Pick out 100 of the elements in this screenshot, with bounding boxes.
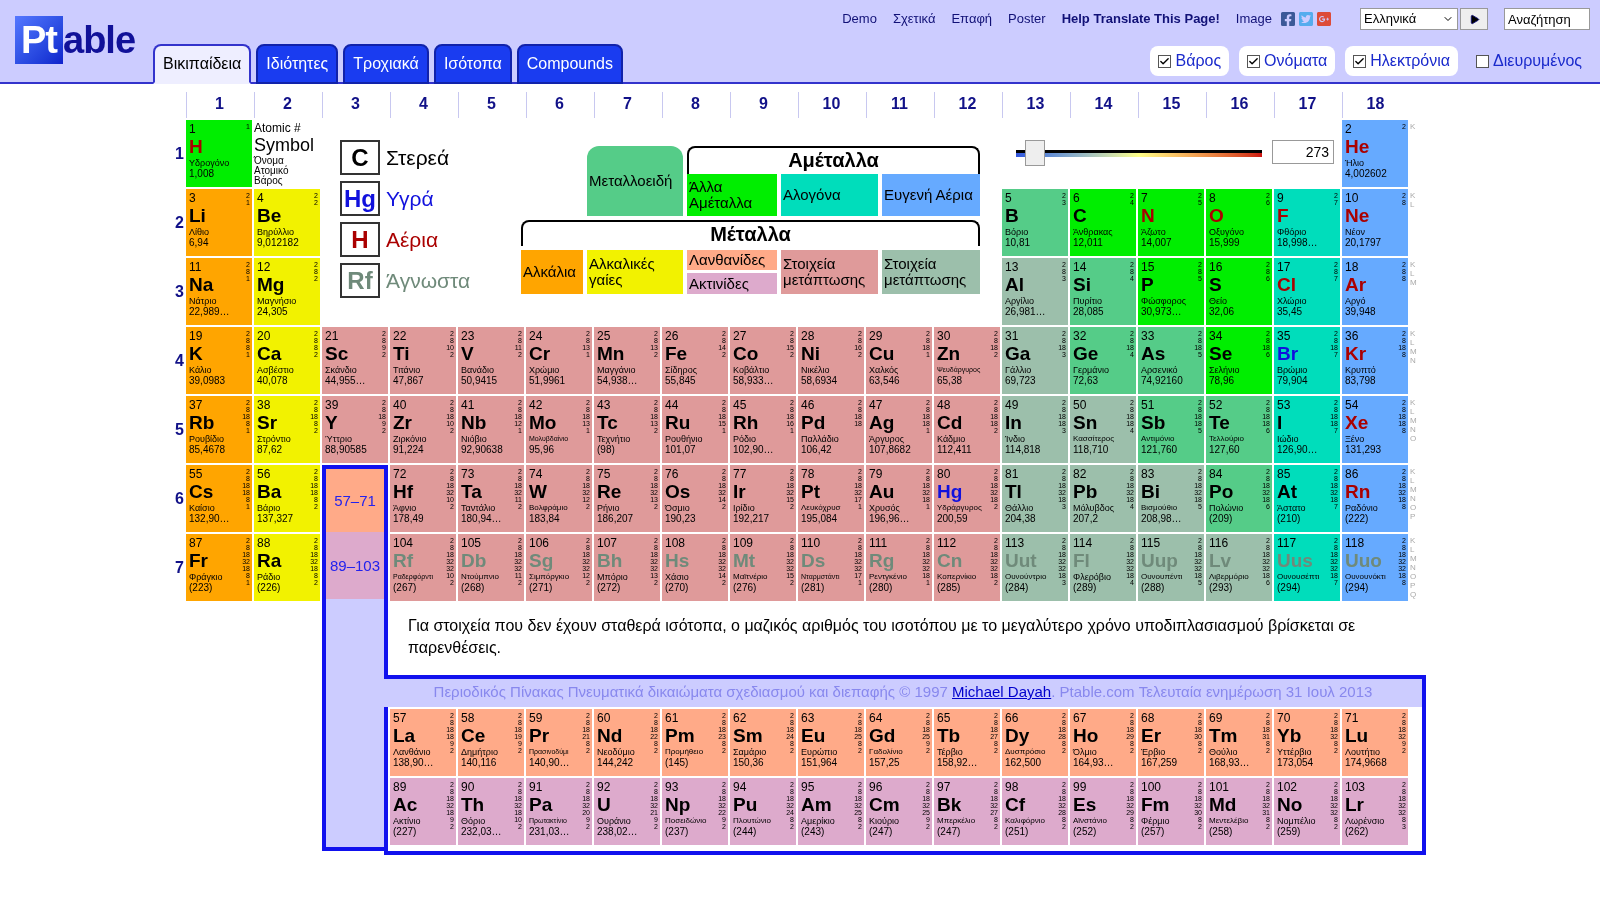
atomic-number: 67 — [1073, 711, 1087, 725]
element-symbol: U — [597, 794, 611, 816]
nav-link[interactable]: Demo — [842, 9, 877, 29]
checkbox[interactable] — [1247, 54, 1261, 68]
temperature-slider[interactable] — [1016, 140, 1262, 166]
series-cell[interactable]: 89–103 — [322, 532, 388, 601]
atomic-mass: (288) — [1141, 582, 1165, 593]
nav-link[interactable]: Επαφή — [951, 9, 993, 29]
element-name: Έρβιο — [1141, 747, 1166, 757]
element-name: Ασβέστιο — [257, 365, 294, 375]
element-name: Ουνούντριο — [1005, 572, 1047, 582]
atomic-mass: 107,8682 — [869, 444, 911, 455]
atomic-number: 102 — [1277, 780, 1298, 794]
atomic-mass: 83,798 — [1345, 375, 1376, 386]
search-field[interactable]: Αναζήτηση — [1504, 8, 1590, 30]
element-symbol: Ga — [1005, 343, 1031, 365]
tab[interactable]: Τροχιακά — [343, 44, 429, 84]
element-name: Βισμούθιο — [1141, 503, 1178, 513]
play-button[interactable] — [1460, 8, 1488, 30]
google-plus-icon[interactable] — [1316, 11, 1332, 27]
atomic-mass: 162,500 — [1005, 757, 1042, 768]
atomic-number: 35 — [1277, 329, 1291, 343]
slider-thumb[interactable] — [1025, 140, 1046, 166]
atomic-mass: (259) — [1277, 826, 1301, 837]
nav-link[interactable]: Σχετικά — [892, 9, 936, 29]
checkbox[interactable] — [1353, 54, 1367, 68]
key-mass: Βάρος — [254, 176, 283, 186]
key-name: Όνομα — [254, 156, 284, 166]
group-number: 17 — [1274, 92, 1340, 118]
atomic-mass: 39,948 — [1345, 306, 1376, 317]
atomic-number: 13 — [1005, 260, 1019, 274]
facebook-icon[interactable] — [1280, 11, 1296, 27]
atomic-mass: 72,63 — [1073, 375, 1099, 386]
element-symbol: Sm — [733, 725, 763, 747]
element-name: Θείο — [1209, 296, 1228, 306]
logo[interactable]: Ptable — [15, 16, 136, 64]
atomic-number: 78 — [801, 467, 815, 481]
atomic-mass: 150,36 — [733, 757, 764, 768]
element-symbol: F — [1277, 205, 1289, 227]
atomic-mass: 54,938… — [597, 375, 638, 386]
atomic-mass: 32,06 — [1209, 306, 1235, 317]
atomic-number: 59 — [529, 711, 543, 725]
checkbox[interactable] — [1476, 54, 1490, 68]
element-name: Λευκόχρυσ — [801, 503, 841, 513]
atomic-mass: 190,23 — [665, 513, 696, 524]
atomic-number: 58 — [461, 711, 475, 725]
atomic-number: 80 — [937, 467, 951, 481]
option-toggle[interactable]: Ηλεκτρόνια — [1345, 46, 1459, 76]
atomic-number: 1 — [189, 122, 196, 136]
element-symbol: C — [1073, 205, 1087, 227]
atomic-number: 94 — [733, 780, 747, 794]
element-symbol: Ne — [1345, 205, 1370, 227]
element-name: Καλιφόρνιο — [1005, 816, 1046, 826]
shell-letters: K L — [1410, 190, 1417, 209]
element-name: Αμερίκιο — [801, 816, 835, 826]
series-cell[interactable]: 57–71 — [322, 465, 388, 534]
element-name: Ταντάλιο — [461, 503, 496, 513]
nav-link[interactable]: Image — [1235, 9, 1272, 29]
atomic-mass: 102,90… — [733, 444, 774, 455]
element-symbol: Pr — [529, 725, 550, 747]
temperature-field[interactable]: 273 — [1272, 140, 1334, 164]
atomic-number: 72 — [393, 467, 407, 481]
atomic-number: 93 — [665, 780, 679, 794]
language-select[interactable]: Ελληνικά — [1360, 8, 1458, 30]
tab[interactable]: Ισότοπα — [433, 44, 512, 84]
atomic-number: 5 — [1005, 191, 1012, 205]
option-toggle[interactable]: Διευρυμένος — [1468, 46, 1590, 76]
element-name: Κιούριο — [869, 816, 900, 826]
tab[interactable]: Βικιπαίδεια — [153, 44, 252, 84]
option-toggle[interactable]: Βάρος — [1150, 46, 1230, 76]
atomic-number: 30 — [937, 329, 951, 343]
element-symbol: Ta — [461, 481, 482, 503]
atomic-number: 88 — [257, 536, 271, 550]
element-name: Λίθιο — [189, 227, 210, 237]
checkbox[interactable] — [1158, 54, 1172, 68]
atomic-mass: 47,867 — [393, 375, 424, 386]
atomic-mass: (252) — [1073, 826, 1097, 837]
element-symbol: Nb — [461, 412, 487, 434]
nav-link[interactable]: Help Translate This Page! — [1061, 9, 1220, 29]
element-symbol: Cf — [1005, 794, 1026, 816]
atomic-number: 53 — [1277, 398, 1291, 412]
element-symbol: Md — [1209, 794, 1237, 816]
nav-link[interactable]: Poster — [1008, 9, 1046, 29]
atomic-number: 47 — [869, 398, 883, 412]
element-name: Ραδόνιο — [1345, 503, 1378, 513]
atomic-number: 24 — [529, 329, 543, 343]
atomic-number: 50 — [1073, 398, 1087, 412]
element-symbol: Pm — [665, 725, 695, 747]
tab[interactable]: Compounds — [516, 44, 623, 84]
element-name: Ρουβίδιο — [189, 434, 225, 444]
atomic-number: 69 — [1209, 711, 1223, 725]
element-symbol: Th — [461, 794, 485, 816]
atomic-mass: 20,1797 — [1345, 237, 1382, 248]
tab[interactable]: Ιδιότητες — [256, 44, 339, 84]
atomic-number: 52 — [1209, 398, 1223, 412]
element-symbol: Kr — [1345, 343, 1367, 365]
author-link[interactable]: Michael Dayah — [952, 683, 1052, 700]
element-name: Ποσειδώνιο — [665, 816, 707, 826]
element-symbol: Zr — [393, 412, 412, 434]
option-toggle[interactable]: Ονόματα — [1239, 46, 1336, 76]
